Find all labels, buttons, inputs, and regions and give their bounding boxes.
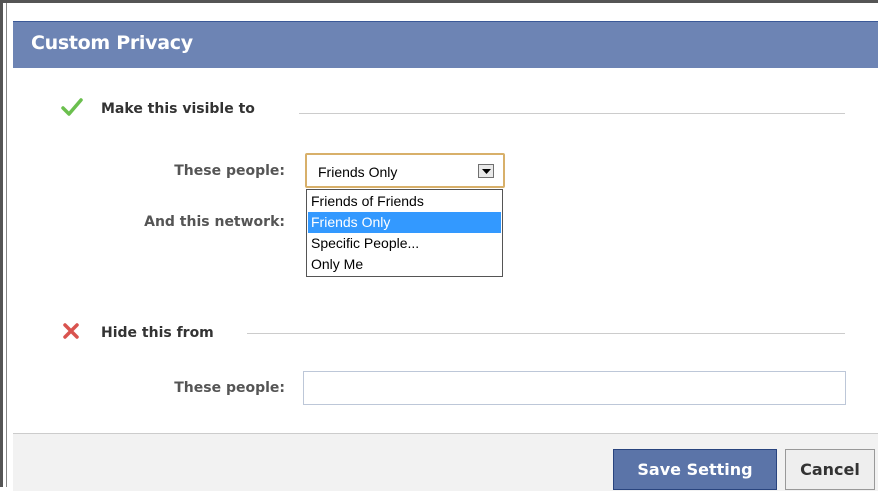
option-specific-people[interactable]: Specific People... <box>308 233 501 254</box>
these-people-select[interactable]: Friends Only <box>305 153 505 188</box>
hide-these-people-label: These people: <box>174 380 285 396</box>
hide-these-people-input[interactable] <box>303 371 846 405</box>
option-friends-of-friends[interactable]: Friends of Friends <box>308 191 501 212</box>
network-label: And this network: <box>144 214 285 230</box>
hide-section-heading: Hide this from <box>101 325 214 341</box>
option-only-me[interactable]: Only Me <box>308 254 501 275</box>
save-setting-button[interactable]: Save Setting <box>613 449 777 490</box>
x-icon <box>61 321 81 345</box>
visible-section-heading: Make this visible to <box>101 101 255 117</box>
section-divider <box>299 113 845 114</box>
dialog-title-bar: Custom Privacy <box>13 21 878 68</box>
check-icon <box>61 97 83 121</box>
option-friends-only[interactable]: Friends Only <box>308 212 501 233</box>
cancel-button[interactable]: Cancel <box>785 449 875 490</box>
dialog-title: Custom Privacy <box>31 32 193 54</box>
custom-privacy-dialog: Custom Privacy Make this visible to Thes… <box>0 0 878 491</box>
select-value: Friends Only <box>318 164 398 180</box>
these-people-label: These people: <box>174 163 285 179</box>
these-people-dropdown-list: Friends of Friends Friends Only Specific… <box>306 189 503 277</box>
chevron-down-icon[interactable] <box>478 164 494 178</box>
section-divider <box>247 333 845 334</box>
